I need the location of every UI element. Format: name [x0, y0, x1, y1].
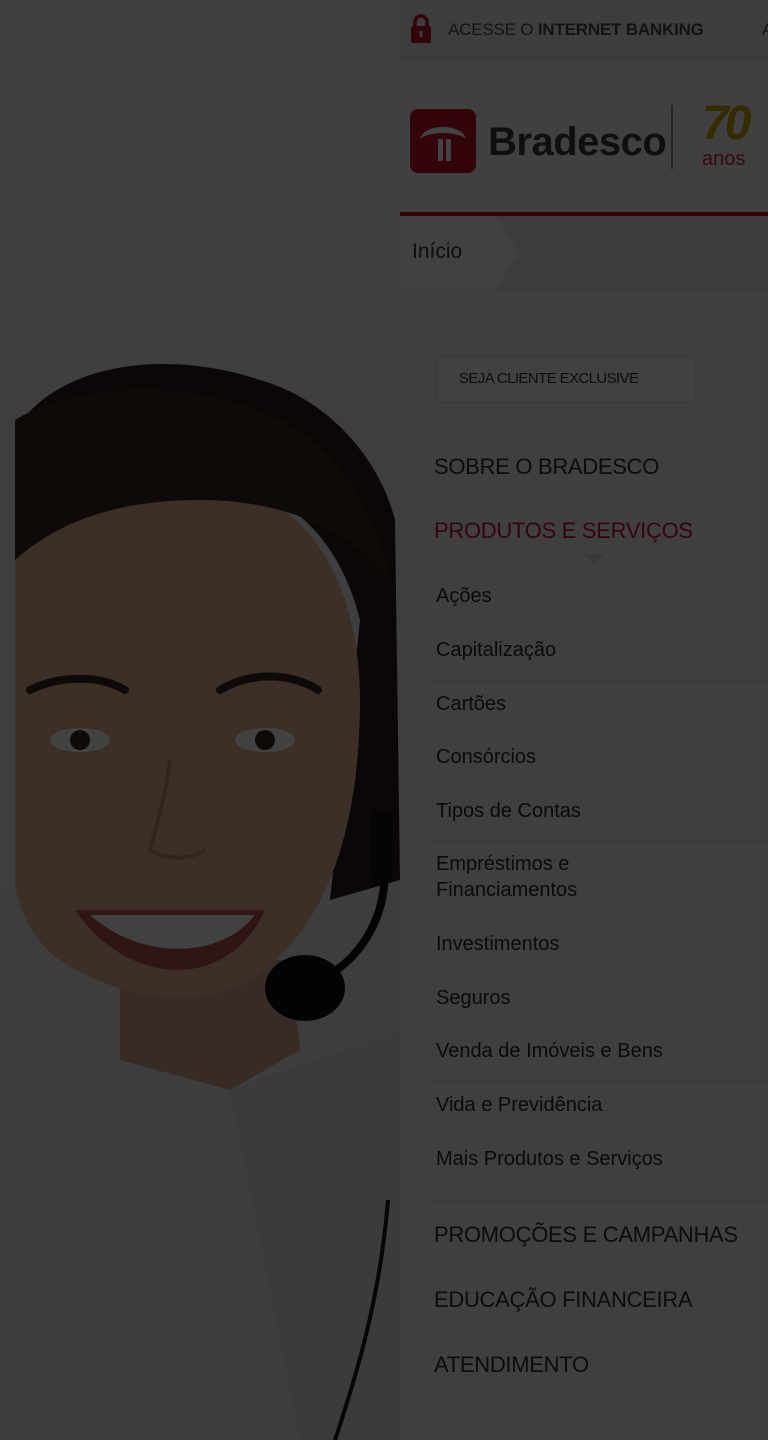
- submenu-item-capitalizacao[interactable]: Capitalização: [436, 637, 756, 663]
- chevron-down-icon: [584, 554, 604, 564]
- top-bar: ACESSE O INTERNET BANKING A: [400, 0, 768, 62]
- brand-name: Bradesco: [488, 120, 667, 164]
- menu-item-support[interactable]: ATENDIMENTO: [434, 1352, 764, 1378]
- exclusive-client-button[interactable]: SEJA CLIENTE EXCLUSIVE: [436, 356, 696, 402]
- site-header: Bradesco 70 anos: [400, 62, 768, 212]
- submenu-item-venda-imoveis[interactable]: Venda de Imóveis e Bens: [436, 1038, 756, 1064]
- breadcrumb-home-label: Início: [412, 240, 463, 263]
- bradesco-logo-icon[interactable]: [410, 109, 476, 173]
- submenu-item-acoes[interactable]: Ações: [436, 583, 756, 609]
- divider: [430, 918, 768, 919]
- logo-divider: [671, 105, 673, 169]
- divider: [430, 1134, 768, 1135]
- topbar-truncated-link[interactable]: A: [762, 20, 768, 40]
- internet-banking-link-prefix: ACESSE O: [448, 20, 538, 39]
- submenu-item-tipos-de-contas[interactable]: Tipos de Contas: [436, 798, 756, 824]
- divider: [430, 973, 768, 974]
- divider: [430, 680, 768, 681]
- exclusive-client-button-label: SEJA CLIENTE EXCLUSIVE: [459, 370, 639, 387]
- lock-icon: [411, 14, 431, 43]
- submenu-item-emprestimos[interactable]: Empréstimos e Financiamentos: [436, 851, 636, 903]
- divider: [430, 498, 768, 499]
- internet-banking-link[interactable]: ACESSE O INTERNET BANKING: [448, 20, 704, 40]
- submenu-item-vida-previdencia[interactable]: Vida e Previdência: [436, 1092, 756, 1118]
- navigation-menu: SEJA CLIENTE EXCLUSIVE SOBRE O BRADESCO …: [400, 290, 768, 1440]
- menu-item-products[interactable]: PRODUTOS E SERVIÇOS: [434, 518, 764, 544]
- divider: [430, 434, 768, 435]
- divider: [430, 1266, 768, 1267]
- divider: [430, 1027, 768, 1028]
- anniversary-word: anos: [702, 148, 746, 170]
- submenu-item-consorcios[interactable]: Consórcios: [436, 744, 756, 770]
- divider: [430, 1330, 768, 1331]
- internet-banking-link-bold: INTERNET BANKING: [537, 20, 704, 39]
- submenu-item-mais-produtos[interactable]: Mais Produtos e Serviços: [436, 1146, 756, 1172]
- breadcrumb: Início: [400, 216, 768, 290]
- menu-item-promotions[interactable]: PROMOÇÕES E CAMPANHAS: [434, 1222, 764, 1248]
- submenu-item-investimentos[interactable]: Investimentos: [436, 931, 756, 957]
- menu-item-about[interactable]: SOBRE O BRADESCO: [434, 454, 764, 480]
- divider: [430, 626, 768, 627]
- menu-item-education[interactable]: EDUCAÇÃO FINANCEIRA: [434, 1287, 764, 1313]
- divider: [430, 1080, 768, 1081]
- headset-agent-illustration: [0, 364, 400, 1440]
- submenu-item-seguros[interactable]: Seguros: [436, 985, 756, 1011]
- breadcrumb-home[interactable]: Início: [400, 216, 518, 290]
- submenu-item-cartoes[interactable]: Cartões: [436, 691, 756, 717]
- divider: [430, 1200, 768, 1201]
- divider: [430, 840, 768, 841]
- divider: [430, 787, 768, 788]
- divider: [430, 733, 768, 734]
- mobile-site-page: ACESSE O INTERNET BANKING A Bradesco 70 …: [400, 0, 768, 1440]
- anniversary-number: 70: [702, 97, 751, 150]
- hero-photo-agent: [0, 0, 400, 1440]
